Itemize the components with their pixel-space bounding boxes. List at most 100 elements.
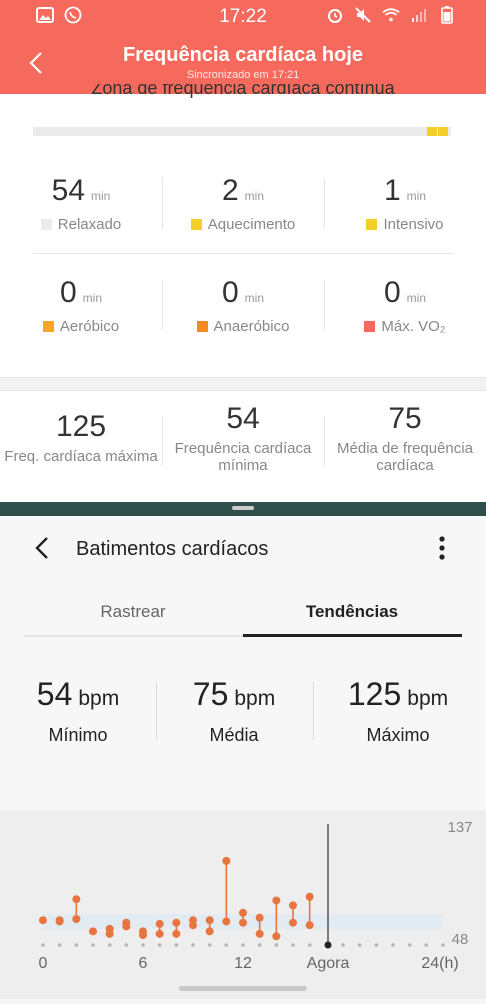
summary-label: Máximo bbox=[366, 725, 430, 745]
data-point-high bbox=[39, 916, 47, 925]
zone-value: 0 bbox=[59, 276, 77, 309]
data-point-low bbox=[155, 929, 164, 938]
zone-unit: min bbox=[244, 291, 265, 305]
x-axis-dot bbox=[357, 943, 362, 947]
x-tick-label: 0 bbox=[39, 955, 48, 972]
data-point-low bbox=[305, 921, 314, 930]
x-tick-label: 24(h) bbox=[421, 955, 458, 972]
now-indicator-dot bbox=[324, 941, 332, 949]
stat-label: Média de frequência cardíaca bbox=[337, 440, 473, 474]
zone-color-swatch bbox=[196, 321, 208, 332]
stat-max-heart-rate: 125 Freq. cardíaca máxima bbox=[0, 410, 162, 465]
stat-label: Freq. cardíaca máxima bbox=[4, 448, 158, 465]
data-point-low bbox=[189, 921, 197, 930]
data-point-low bbox=[289, 918, 297, 927]
data-point-high bbox=[255, 913, 264, 922]
summary-value: 75 bbox=[192, 676, 229, 712]
x-axis-dot bbox=[91, 943, 95, 947]
x-axis-dot bbox=[124, 943, 129, 947]
x-axis-dot bbox=[374, 943, 379, 947]
zone-progress-bar bbox=[33, 127, 451, 136]
data-point-low bbox=[139, 931, 147, 940]
data-point-low bbox=[222, 917, 231, 926]
tab-trends[interactable]: Tendências bbox=[243, 602, 461, 622]
data-point-high bbox=[172, 918, 181, 927]
x-axis-dot bbox=[157, 943, 162, 947]
data-point-low bbox=[239, 918, 247, 927]
data-point-low bbox=[55, 917, 64, 926]
zone-title: Zona de frequência cardíaca contínua bbox=[91, 84, 395, 98]
x-axis-dot bbox=[74, 943, 79, 947]
data-point-high bbox=[89, 927, 97, 936]
x-axis-dot bbox=[224, 943, 229, 947]
stat-value: 54 bbox=[226, 402, 260, 435]
data-point-high bbox=[305, 892, 314, 901]
alarm-icon bbox=[326, 6, 344, 24]
summary-label: Mínimo bbox=[48, 725, 108, 745]
x-axis-dot bbox=[441, 943, 445, 947]
x-axis-dot bbox=[291, 943, 295, 947]
y-tick-label: 48 bbox=[452, 931, 469, 948]
data-point-high bbox=[289, 901, 297, 910]
x-axis-dot bbox=[307, 943, 312, 947]
x-axis-dot bbox=[391, 943, 395, 947]
y-tick-label: 137 bbox=[447, 819, 472, 836]
zone-label: Máx. VO₂ bbox=[381, 318, 446, 335]
data-point-low bbox=[272, 932, 281, 941]
x-axis-dot bbox=[41, 943, 45, 947]
zone-label: Aquecimento bbox=[207, 216, 296, 233]
x-axis-dot bbox=[407, 943, 412, 947]
zone-value: 0 bbox=[383, 276, 401, 309]
summary-avg: 75 bpm Média bbox=[156, 676, 312, 746]
x-axis-dot bbox=[141, 943, 145, 947]
x-axis-dot bbox=[57, 943, 62, 947]
zone-unit: min bbox=[406, 189, 427, 203]
zone-anaerobic: 0 min Anaeróbico bbox=[162, 276, 324, 335]
split-screen-divider[interactable] bbox=[0, 502, 486, 516]
data-point-low bbox=[205, 927, 214, 936]
zone-value: 54 bbox=[51, 174, 86, 207]
zone-color-swatch bbox=[364, 321, 376, 332]
summary-unit: bpm bbox=[407, 687, 449, 710]
zone-vo2max: 0 min Máx. VO₂ bbox=[324, 276, 486, 335]
zone-intensive: 1 min Intensivo bbox=[324, 174, 486, 233]
signal-icon bbox=[410, 6, 428, 24]
summary-unit: bpm bbox=[234, 687, 276, 710]
data-point-high bbox=[155, 919, 164, 928]
zone-value: 0 bbox=[221, 276, 239, 309]
tab-active-indicator bbox=[243, 634, 462, 637]
more-options-icon[interactable] bbox=[434, 534, 450, 564]
zone-bar-segment-intensive bbox=[438, 127, 448, 136]
summary-label: Média bbox=[209, 725, 259, 745]
back-icon[interactable] bbox=[32, 536, 54, 560]
zone-value: 2 bbox=[221, 174, 239, 207]
panel-title: Batimentos cardíacos bbox=[76, 538, 269, 560]
x-axis-dot bbox=[257, 943, 262, 947]
x-axis-dot bbox=[341, 943, 345, 947]
split-handle[interactable] bbox=[232, 506, 254, 510]
zone-relaxed: 54 min Relaxado bbox=[0, 174, 162, 233]
x-tick-label: 6 bbox=[139, 955, 148, 972]
zone-color-swatch bbox=[40, 219, 52, 230]
home-gesture-bar[interactable] bbox=[179, 986, 307, 991]
x-axis-dot bbox=[274, 943, 279, 947]
heart-rate-today-panel: Zona de frequência cardíaca contínua 54 m… bbox=[0, 84, 486, 502]
battery-icon bbox=[438, 6, 456, 24]
x-axis-dot bbox=[207, 943, 212, 947]
x-axis-dot bbox=[241, 943, 245, 947]
tab-track[interactable]: Rastrear bbox=[24, 602, 242, 622]
zone-aerobic: 0 min Aeróbico bbox=[0, 276, 162, 335]
status-right-icons bbox=[326, 6, 456, 24]
heart-rate-chart-area: 137 48 0 6 12 Agora 24(h) bbox=[0, 810, 486, 999]
wifi-icon bbox=[382, 6, 400, 24]
sync-status: Sincronizado em 17:21 bbox=[186, 69, 300, 81]
data-point-low bbox=[105, 929, 114, 938]
zone-color-swatch bbox=[366, 219, 378, 230]
mute-icon bbox=[354, 6, 372, 24]
x-axis-dot bbox=[174, 943, 179, 947]
zone-unit: min bbox=[244, 189, 265, 203]
summary-value: 125 bbox=[347, 676, 402, 712]
zone-unit: min bbox=[406, 291, 427, 305]
stat-avg-heart-rate: 75 Média de frequência cardíaca bbox=[324, 402, 486, 474]
data-point-high bbox=[272, 896, 281, 905]
